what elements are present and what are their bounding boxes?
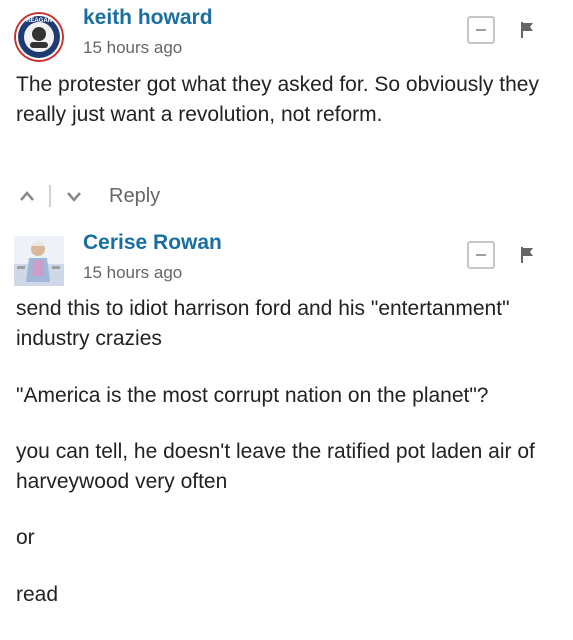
- vote-divider: [49, 185, 51, 207]
- svg-text:REAGAN: REAGAN: [26, 18, 52, 24]
- comment-author[interactable]: keith howard: [83, 6, 213, 30]
- flag-icon[interactable]: [520, 246, 534, 264]
- collapse-button[interactable]: [467, 16, 495, 44]
- comment-timestamp[interactable]: 15 hours ago: [83, 38, 182, 58]
- comment-paragraph: or: [16, 526, 35, 549]
- avatar[interactable]: [14, 236, 64, 286]
- avatar[interactable]: REAGAN: [14, 12, 64, 62]
- comment: Cerise Rowan 15 hours ago send this to i…: [0, 220, 573, 640]
- comment-paragraph: send this to idiot harrison ford and his…: [16, 297, 510, 350]
- comment-paragraph: "America is the most corrupt nation on t…: [16, 384, 489, 407]
- reagan-badge-icon: REAGAN: [14, 12, 64, 62]
- flag-icon[interactable]: [520, 21, 534, 39]
- chevron-up-icon[interactable]: [18, 183, 36, 209]
- comment-paragraph: read: [16, 583, 59, 606]
- chevron-down-icon[interactable]: [65, 183, 83, 209]
- comment-body: The protester got what they asked for. S…: [16, 70, 561, 130]
- comment-paragraph: you can tell, he doesn't leave the ratif…: [16, 440, 535, 493]
- comment-body: send this to idiot harrison ford and his…: [16, 294, 561, 610]
- comment: REAGAN keith howard 15 hours ago The pro…: [0, 0, 573, 215]
- comment-paragraph: The protester got what they asked for. S…: [16, 73, 539, 126]
- collapse-button[interactable]: [467, 241, 495, 269]
- comment-author[interactable]: Cerise Rowan: [83, 231, 222, 255]
- reply-link[interactable]: Reply: [109, 183, 160, 209]
- comment-timestamp[interactable]: 15 hours ago: [83, 263, 182, 283]
- user-photo-icon: [14, 236, 64, 286]
